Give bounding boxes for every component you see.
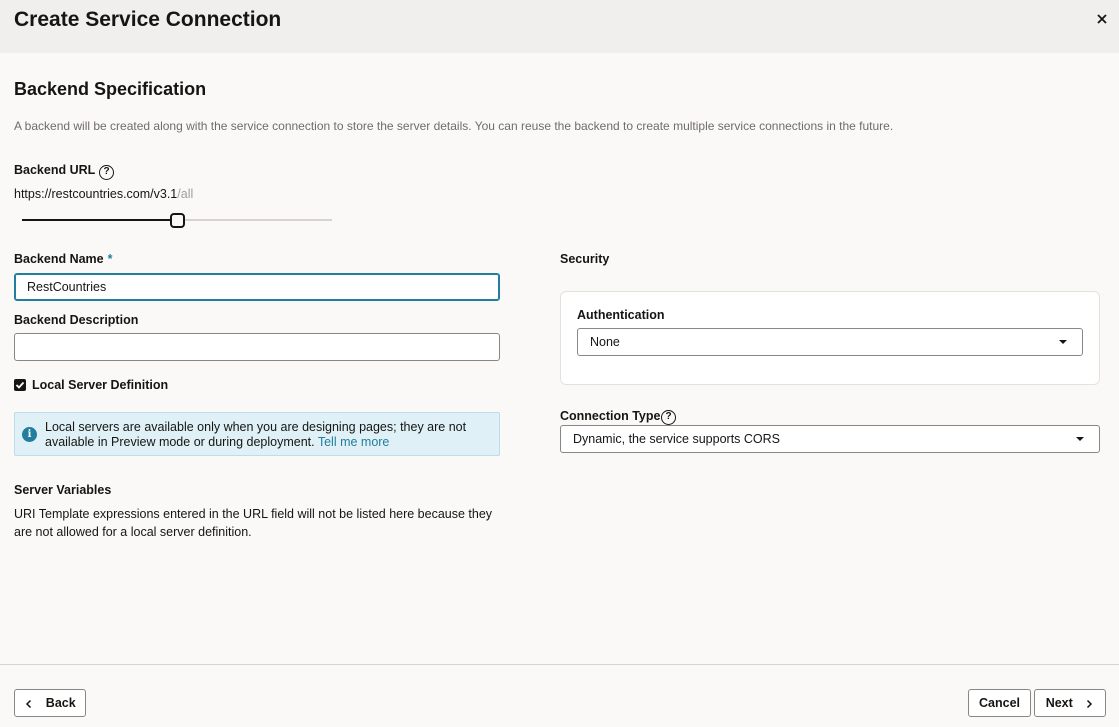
info-message-text: Local servers are available only when yo… — [45, 420, 485, 450]
close-icon[interactable] — [1095, 12, 1109, 26]
authentication-select[interactable]: None — [577, 328, 1083, 356]
backend-name-label: Backend Name * — [14, 252, 113, 266]
backend-description-label: Backend Description — [14, 313, 139, 327]
connection-type-value: Dynamic, the service supports CORS — [573, 432, 781, 446]
info-icon: i — [22, 427, 37, 442]
backend-name-label-text: Backend Name — [14, 252, 104, 266]
next-button-label: Next — [1045, 696, 1073, 710]
backend-description-input[interactable] — [14, 333, 500, 361]
backend-url-value: https://restcountries.com/v3.1/all — [14, 187, 193, 201]
backend-url-label: Backend URL — [14, 163, 96, 177]
info-message-body: Local servers are available only when yo… — [45, 420, 467, 449]
help-icon[interactable]: ? — [99, 165, 114, 180]
chevron-left-icon — [26, 699, 32, 708]
next-button[interactable]: Next — [1034, 689, 1106, 717]
info-message: i Local servers are available only when … — [14, 412, 500, 456]
section-description: A backend will be created along with the… — [14, 119, 894, 133]
section-title: Backend Specification — [14, 79, 207, 99]
connection-type-label: Connection Type — [560, 409, 661, 423]
backend-url-base: https://restcountries.com/v3.1 — [14, 187, 178, 201]
security-card: Authentication None — [560, 291, 1100, 385]
local-server-label[interactable]: Local Server Definition — [32, 378, 168, 392]
local-server-checkbox[interactable] — [14, 379, 26, 391]
help-icon[interactable]: ? — [661, 410, 676, 425]
required-marker: * — [107, 252, 113, 266]
url-slider-fill — [22, 219, 177, 221]
back-button[interactable]: Back — [14, 689, 86, 717]
dialog-title: Create Service Connection — [14, 8, 282, 31]
caret-down-icon — [1059, 340, 1067, 344]
chevron-right-icon — [1087, 699, 1093, 708]
tell-me-more-link[interactable]: Tell me more — [318, 435, 390, 449]
backend-url-path: /all — [177, 187, 194, 201]
check-icon — [15, 381, 25, 389]
url-slider-handle[interactable] — [170, 213, 185, 228]
back-button-label: Back — [45, 696, 76, 710]
cancel-button[interactable]: Cancel — [968, 689, 1031, 717]
security-label: Security — [560, 252, 610, 266]
dialog-header: Create Service Connection — [0, 0, 1119, 53]
server-variables-text: URI Template expressions entered in the … — [14, 507, 493, 539]
authentication-label: Authentication — [577, 308, 665, 322]
backend-name-input[interactable]: RestCountries — [14, 273, 500, 301]
caret-down-icon — [1076, 437, 1084, 441]
connection-type-select[interactable]: Dynamic, the service supports CORS — [560, 425, 1100, 453]
server-variables-title: Server Variables — [14, 483, 112, 497]
authentication-value: None — [590, 335, 620, 349]
footer-divider — [0, 664, 1119, 665]
